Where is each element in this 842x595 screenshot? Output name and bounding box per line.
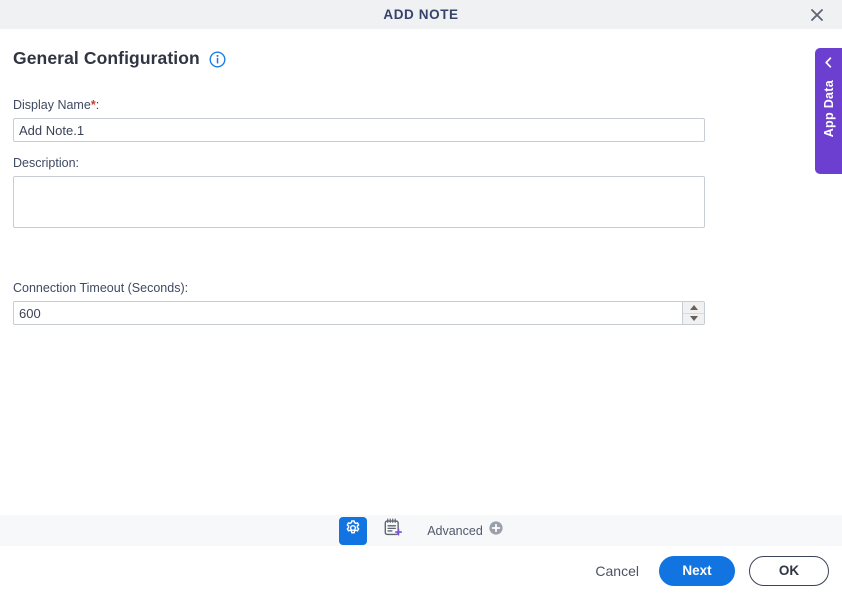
section-header: General Configuration [13, 48, 226, 69]
description-textarea[interactable] [13, 176, 705, 228]
close-icon [809, 7, 825, 23]
dialog-footer: Cancel Next OK [0, 546, 842, 595]
display-name-label: Display Name*: [13, 98, 99, 112]
caret-down-icon [690, 316, 698, 321]
close-dialog-button[interactable] [800, 0, 834, 29]
dialog-title: ADD NOTE [383, 7, 458, 22]
dialog-title-bar: ADD NOTE [0, 0, 842, 29]
connection-timeout-label: Connection Timeout (Seconds): [13, 281, 188, 295]
gear-icon [344, 519, 362, 542]
stepper-increment-button[interactable] [683, 302, 704, 314]
general-configuration-tab[interactable] [339, 517, 367, 545]
connection-timeout-field [13, 301, 705, 325]
chevron-left-icon [822, 56, 835, 74]
note-add-tab[interactable] [379, 517, 407, 545]
display-name-label-text: Display Name [13, 98, 91, 112]
info-icon[interactable] [209, 51, 226, 68]
connection-timeout-stepper [682, 302, 704, 324]
caret-up-icon [690, 305, 698, 310]
ok-button[interactable]: OK [749, 556, 829, 586]
bottom-toolbar: Advanced [0, 515, 842, 546]
app-data-panel-toggle[interactable]: App Data [815, 48, 842, 174]
description-label: Description: [13, 156, 79, 170]
plus-circle-icon[interactable] [489, 521, 503, 540]
display-name-input[interactable] [13, 118, 705, 142]
connection-timeout-input[interactable] [13, 301, 705, 325]
page-title: General Configuration [13, 48, 200, 69]
stepper-decrement-button[interactable] [683, 314, 704, 325]
display-name-label-suffix: : [96, 98, 99, 112]
next-button[interactable]: Next [659, 556, 735, 586]
note-add-icon [382, 517, 404, 544]
cancel-button[interactable]: Cancel [589, 556, 645, 586]
advanced-section-toggle[interactable]: Advanced [427, 521, 503, 540]
app-data-label: App Data [822, 80, 836, 137]
advanced-label: Advanced [427, 524, 483, 538]
dialog-body: General Configuration Display Name*: Des… [0, 29, 842, 515]
